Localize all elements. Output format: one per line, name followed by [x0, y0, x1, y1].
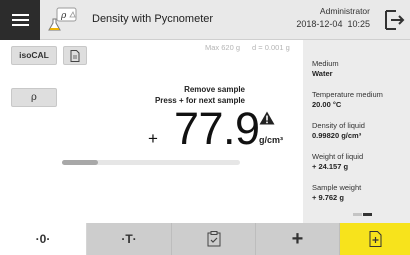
weight-value: 77.9 — [174, 103, 260, 154]
tare-label: ·T· — [121, 232, 137, 246]
result-weight-of-liquid: Weight of liquid + 24.157 g — [312, 152, 363, 172]
tare-button[interactable]: ·T· — [87, 223, 172, 255]
warning-icon — [259, 111, 275, 125]
result-value: + 24.157 g — [312, 162, 349, 171]
page-dot — [353, 213, 362, 216]
checklist-button[interactable] — [172, 223, 256, 255]
zero-label: ·0· — [35, 232, 51, 246]
isocal-button[interactable]: isoCAL — [11, 46, 57, 65]
date-time: 2018-12-04 10:25 — [296, 18, 370, 31]
logout-icon — [385, 10, 405, 30]
result-label: Weight of liquid — [312, 152, 364, 161]
max-capacity: Max 620 g — [205, 43, 241, 52]
result-export-icon — [369, 231, 381, 247]
result-temperature-medium: Temperature medium 20.00 °C — [312, 90, 383, 110]
user-name: Administrator — [319, 6, 370, 16]
result-value: Water — [312, 69, 333, 78]
density-button[interactable]: ρ — [11, 88, 57, 107]
result-label: Sample weight — [312, 183, 362, 192]
result-value: + 9.762 g — [312, 193, 344, 202]
page-title: Density with Pycnometer — [92, 13, 214, 25]
result-density-of-liquid: Density of liquid 0.99820 g/cm³ — [312, 121, 365, 141]
weighing-progress-bar — [62, 160, 240, 165]
logout-button[interactable] — [376, 0, 410, 40]
result-value: 0.99820 g/cm³ — [312, 131, 362, 140]
document-button[interactable] — [63, 46, 87, 65]
document-icon — [70, 50, 80, 62]
progress-fill — [62, 160, 98, 165]
result-sample-weight: Sample weight + 9.762 g — [312, 183, 361, 203]
date-text: 2018-12-04 — [296, 19, 343, 29]
zero-button[interactable]: ·0· — [0, 223, 87, 255]
weight-sign: + — [148, 129, 158, 148]
pycnometer-icon: ρ — [48, 7, 77, 31]
header-bar: ρ Density with Pycnometer Administrator … — [0, 0, 410, 40]
result-label: Density of liquid — [312, 121, 365, 130]
checklist-icon — [207, 231, 220, 247]
user-info[interactable]: Administrator 2018-12-04 10:25 — [296, 5, 370, 31]
bottom-action-bar: ·0· ·T· + — [0, 223, 410, 255]
result-export-button[interactable] — [340, 223, 410, 255]
result-medium: Medium Water — [312, 59, 339, 79]
menu-button[interactable] — [0, 0, 40, 40]
result-label: Medium — [312, 59, 339, 68]
page-dot-active — [363, 213, 372, 216]
time-text: 10:25 — [347, 19, 370, 29]
weight-unit: g/cm³ — [259, 135, 284, 145]
results-panel[interactable]: Medium Water Temperature medium 20.00 °C… — [303, 40, 410, 223]
result-value: 20.00 °C — [312, 100, 342, 109]
svg-text:ρ: ρ — [60, 11, 67, 21]
instruction-line-1: Remove sample — [184, 85, 245, 94]
readability: d = 0.001 g — [252, 43, 290, 52]
plus-label: + — [291, 228, 304, 250]
result-label: Temperature medium — [312, 90, 383, 99]
add-sample-button[interactable]: + — [256, 223, 340, 255]
